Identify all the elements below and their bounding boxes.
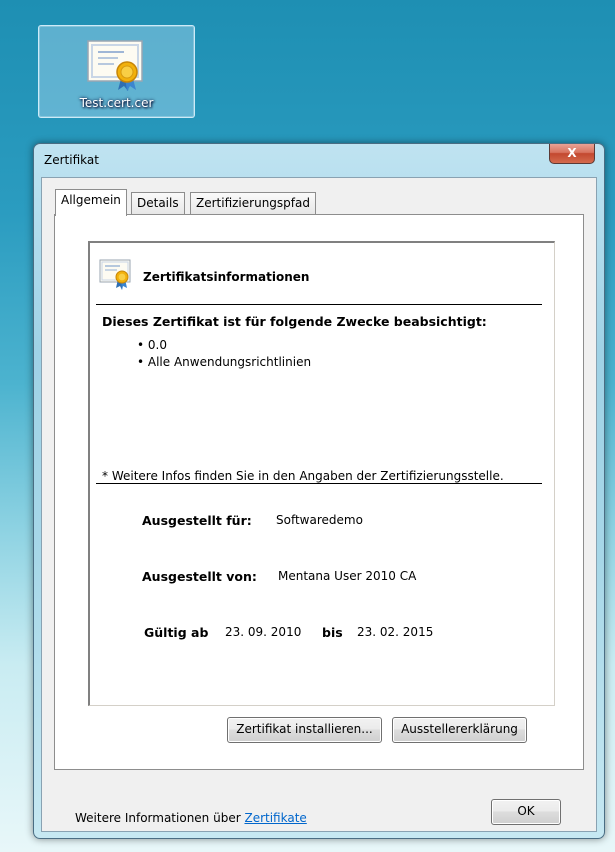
more-info-label: Weitere Informationen über: [75, 811, 241, 825]
valid-to-label: bis: [322, 625, 343, 640]
ok-button[interactable]: OK: [491, 799, 561, 825]
certificates-link[interactable]: Zertifikate: [244, 811, 306, 825]
close-icon: X: [567, 146, 577, 160]
window-title: Zertifikat: [44, 153, 99, 167]
issued-by-value: Mentana User 2010 CA: [278, 569, 417, 583]
tab-panel-allgemein: Zertifikatsinformationen Dieses Zertifik…: [54, 214, 584, 825]
more-info-text: Weitere Informationen über Zertifikate: [75, 811, 307, 825]
issuer-statement-button[interactable]: Ausstellererklärung: [392, 717, 527, 743]
info-heading: Zertifikatsinformationen: [143, 270, 310, 284]
issued-to-label: Ausgestellt für:: [142, 513, 252, 528]
certificate-dialog: Zertifikat X Allgemein Details Zertifizi…: [33, 143, 605, 839]
divider: [96, 483, 542, 484]
purpose-title: Dieses Zertifikat ist für folgende Zweck…: [102, 314, 487, 329]
tab-allgemein[interactable]: Allgemein: [55, 189, 127, 216]
issued-by-label: Ausgestellt von:: [142, 569, 257, 584]
desktop-icon-label[interactable]: Test.cert.cer: [39, 96, 194, 110]
valid-from-value: 23. 09. 2010: [225, 625, 302, 639]
tab-details[interactable]: Details: [131, 192, 185, 215]
dialog-client-area: Allgemein Details Zertifizierungspfad Ze…: [41, 177, 597, 832]
purpose-item: • 0.0: [137, 338, 167, 352]
divider: [96, 304, 542, 305]
install-certificate-button[interactable]: Zertifikat installieren...: [227, 717, 382, 743]
certificate-icon: [87, 40, 143, 91]
valid-from-label: Gültig ab: [144, 625, 209, 640]
desktop-file-icon[interactable]: Test.cert.cer: [38, 25, 195, 118]
purpose-item: • Alle Anwendungsrichtlinien: [137, 355, 312, 369]
tab-zertifizierungspfad[interactable]: Zertifizierungspfad: [190, 192, 316, 215]
certificate-info-box: Zertifikatsinformationen Dieses Zertifik…: [88, 241, 555, 706]
issued-to-value: Softwaredemo: [276, 513, 363, 527]
certificate-icon: [99, 259, 131, 290]
info-note: * Weitere Infos finden Sie in den Angabe…: [102, 469, 504, 483]
valid-to-value: 23. 02. 2015: [357, 625, 434, 639]
close-button[interactable]: X: [549, 144, 595, 164]
